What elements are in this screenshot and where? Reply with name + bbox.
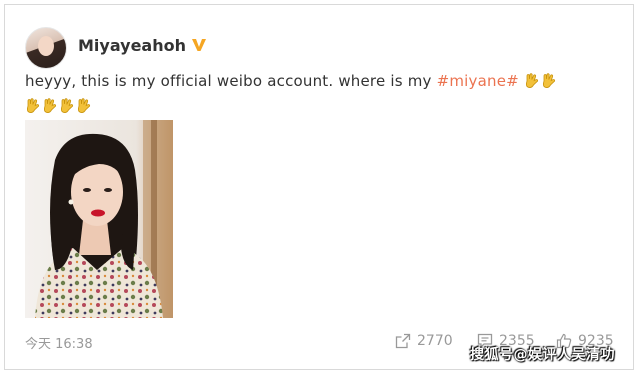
source-watermark: 搜狐号@娱评人吴清功	[470, 347, 615, 363]
hashtag-link[interactable]: #miyane#	[437, 72, 519, 90]
share-button[interactable]: 2770	[395, 333, 453, 349]
user-avatar[interactable]	[25, 27, 67, 69]
share-icon	[395, 333, 411, 349]
share-count: 2770	[417, 333, 453, 349]
username-link[interactable]: Miyayeahoh	[78, 36, 186, 55]
verified-badge-icon	[192, 39, 206, 51]
hand-gesture-icon	[525, 73, 538, 88]
emoji-row-1	[524, 72, 558, 90]
post-photo[interactable]	[25, 120, 173, 318]
hand-gesture-icon	[542, 73, 555, 88]
hand-gesture-icon	[77, 98, 91, 113]
avatar-face	[38, 36, 54, 56]
hand-gesture-icon	[60, 98, 74, 113]
selfie-photo-image	[25, 120, 173, 318]
post-text-body: heyyy, this is my official weibo account…	[25, 72, 437, 90]
emoji-row-2	[25, 97, 93, 115]
post-timestamp: 今天 16:38	[25, 337, 93, 352]
weibo-post-card: Miyayeahoh heyyy, this is my official we…	[4, 4, 634, 370]
hand-gesture-icon	[43, 98, 57, 113]
hand-gesture-icon	[26, 98, 40, 113]
post-text: heyyy, this is my official weibo account…	[25, 69, 625, 119]
